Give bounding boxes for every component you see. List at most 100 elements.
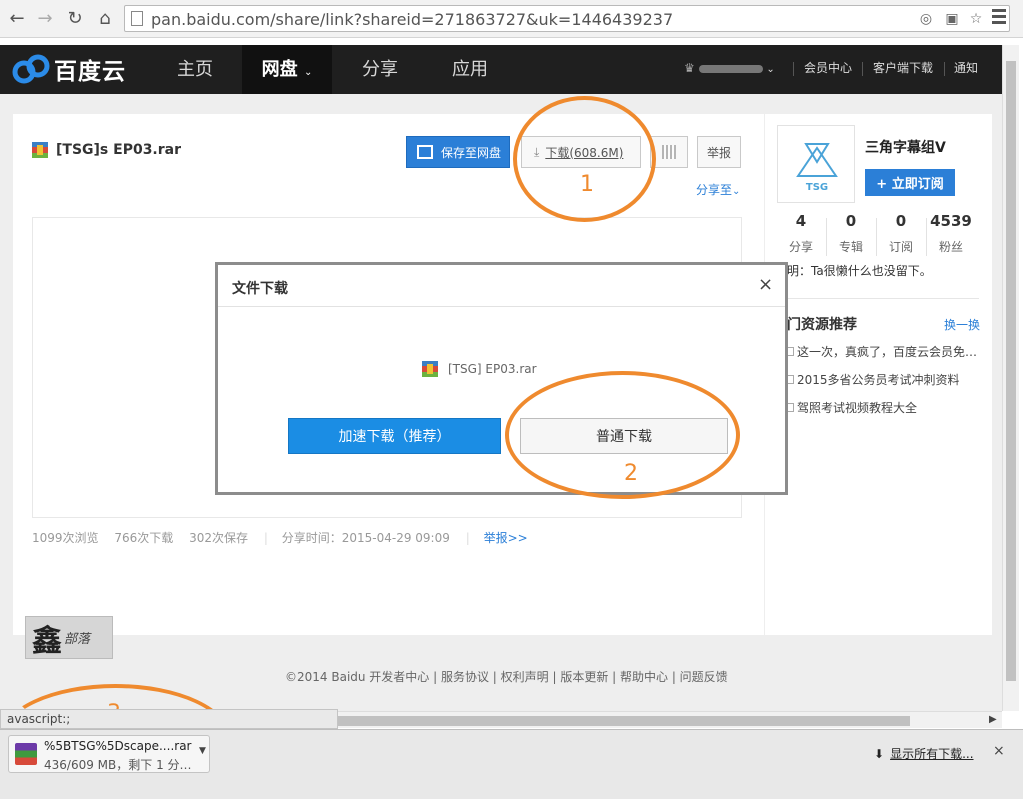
hot-resource-label: 2015多省公务员考试冲刺资料 <box>797 373 960 387</box>
download-file-name: %5BTSG%5Dscape....rar <box>44 739 192 753</box>
document-icon <box>787 347 794 356</box>
page-icon <box>131 11 143 26</box>
annotation-circle-1 <box>513 96 656 222</box>
chevron-down-icon: ⌄ <box>303 67 313 78</box>
count-label: 粉丝 <box>938 240 963 254</box>
forward-icon[interactable]: → <box>34 7 56 29</box>
client-download-link[interactable]: 客户端下载 <box>873 45 933 94</box>
count-label: 订阅 <box>888 240 913 254</box>
watermark-logo: 鑫 部落 <box>25 616 113 659</box>
extension-icon[interactable]: ▣ <box>943 10 961 28</box>
view-count: 1099次浏览 <box>32 531 99 545</box>
crown-icon: ♛ <box>684 61 695 75</box>
follower-count[interactable]: 4539 粉丝 <box>926 212 976 255</box>
save-to-disk-button[interactable]: 保存至网盘 <box>406 136 510 168</box>
dialog-file-name: [TSG] EP03.rar <box>448 362 537 376</box>
annotation-circle-2 <box>505 371 740 499</box>
count-value: 4539 <box>930 212 972 230</box>
download-count: 766次下载 <box>114 531 174 545</box>
show-all-label: 显示所有下载... <box>890 747 974 761</box>
refresh-link[interactable]: 换一换 <box>944 316 980 333</box>
site-header: 百度云 主页 网盘 ⌄ 分享 应用 ♛ ⌄ 会员中心 客户端下载 通知 <box>0 45 1002 94</box>
dialog-header: 文件下载 × <box>218 265 785 307</box>
download-item[interactable]: %5BTSG%5Dscape....rar 436/609 MB，剩下 1 分…… <box>8 735 210 773</box>
hot-resource-item[interactable]: 驾照考试视频教程大全 <box>787 399 917 416</box>
close-icon[interactable]: × <box>758 274 773 295</box>
hot-resource-item[interactable]: 这一次，真疯了，百度云会员免… <box>787 343 977 360</box>
notifications-link[interactable]: 通知 <box>954 45 978 94</box>
rar-file-icon <box>32 142 48 158</box>
divider <box>862 62 863 76</box>
user-description: 明：Ta很懒什么也没留下。 <box>787 264 932 278</box>
back-icon[interactable]: ← <box>6 7 28 29</box>
scrollbar-thumb[interactable] <box>1006 61 1016 681</box>
count-value: 4 <box>795 212 807 230</box>
count-value: 0 <box>845 212 857 230</box>
divider <box>793 62 794 76</box>
dialog-title: 文件下载 <box>232 281 288 297</box>
watermark-small: 部落 <box>64 632 91 647</box>
hot-resource-item[interactable]: 2015多省公务员考试冲刺资料 <box>787 371 960 388</box>
download-arrow-icon: ⬇ <box>874 746 885 761</box>
count-label: 专辑 <box>838 240 863 254</box>
avatar[interactable]: TSG <box>777 125 855 203</box>
report-button[interactable]: 举报 <box>697 136 741 168</box>
browser-toolbar: ← → ↻ ⌂ pan.baidu.com/share/link?shareid… <box>0 0 1023 38</box>
album-count[interactable]: 0 专辑 <box>826 212 876 255</box>
document-icon <box>787 375 794 384</box>
dialog-file: [TSG] EP03.rar <box>422 361 537 377</box>
report-link[interactable]: 举报>> <box>484 531 528 545</box>
close-icon[interactable]: × <box>993 743 1005 759</box>
nav-share[interactable]: 分享 <box>345 45 415 94</box>
user-menu[interactable]: ♛ ⌄ <box>684 45 775 94</box>
share-count[interactable]: 4 分享 <box>776 212 826 255</box>
bookmark-star-icon[interactable]: ☆ <box>967 10 985 28</box>
cloud-logo-icon <box>12 52 50 86</box>
annotation-number-2: 2 <box>624 461 638 486</box>
share-to-link[interactable]: 分享至⌄ <box>696 181 740 198</box>
divider: | <box>465 531 470 545</box>
save-count: 302次保存 <box>189 531 249 545</box>
reload-icon[interactable]: ↻ <box>64 7 86 29</box>
menu-icon[interactable] <box>992 9 1006 27</box>
qrcode-icon <box>662 145 676 159</box>
nav-apps[interactable]: 应用 <box>435 45 505 94</box>
save-label: 保存至网盘 <box>441 145 502 160</box>
divider <box>777 298 979 299</box>
divider: | <box>263 531 268 545</box>
hot-resource-label: 驾照考试视频教程大全 <box>797 401 918 415</box>
avatar-text: TSG <box>806 182 828 193</box>
nav-home[interactable]: 主页 <box>160 45 230 94</box>
rar-file-icon <box>422 361 438 377</box>
logo[interactable]: 百度云 <box>12 52 126 86</box>
show-all-downloads-link[interactable]: ⬇ 显示所有下载... <box>874 745 974 762</box>
vertical-scrollbar[interactable] <box>1002 45 1019 711</box>
member-center-link[interactable]: 会员中心 <box>804 45 852 94</box>
home-icon[interactable]: ⌂ <box>94 7 116 29</box>
file-title: [TSG]s EP03.rar <box>32 142 181 158</box>
address-bar[interactable]: pan.baidu.com/share/link?shareid=2718637… <box>124 5 1010 32</box>
chevron-down-icon[interactable]: ▼ <box>199 746 206 756</box>
subscribe-button[interactable]: + 立即订阅 <box>865 169 955 196</box>
hot-resource-label: 这一次，真疯了，百度云会员免… <box>797 345 978 359</box>
download-progress: 436/609 MB，剩下 1 分… <box>44 758 192 772</box>
share-to-label: 分享至 <box>696 183 733 197</box>
user-name[interactable]: 三角字幕组V <box>865 137 946 157</box>
subscription-count[interactable]: 0 订阅 <box>876 212 926 255</box>
scroll-right-icon[interactable]: ▶ <box>989 714 997 725</box>
logo-text: 百度云 <box>54 59 126 85</box>
scrollbar-thumb[interactable] <box>338 716 910 726</box>
translate-icon[interactable]: ◎ <box>917 10 935 28</box>
save-icon <box>417 145 433 159</box>
watermark-big: 鑫 <box>32 623 62 659</box>
accelerated-download-button[interactable]: 加速下载（推荐） <box>288 418 501 454</box>
winrar-file-icon <box>15 743 37 765</box>
chevron-down-icon: ⌄ <box>732 186 741 197</box>
username-blurred <box>698 64 763 73</box>
share-time: 分享时间：2015-04-29 09:09 <box>281 531 450 545</box>
file-name: [TSG]s EP03.rar <box>56 142 182 158</box>
file-stats: 1099次浏览 766次下载 302次保存 | 分享时间：2015-04-29 … <box>32 529 540 546</box>
footer-links[interactable]: ©2014 Baidu 开发者中心 | 服务协议 | 权利声明 | 版本更新 |… <box>285 668 728 685</box>
nav-netdisk[interactable]: 网盘 ⌄ <box>242 45 332 94</box>
url-text[interactable]: pan.baidu.com/share/link?shareid=2718637… <box>151 10 673 29</box>
